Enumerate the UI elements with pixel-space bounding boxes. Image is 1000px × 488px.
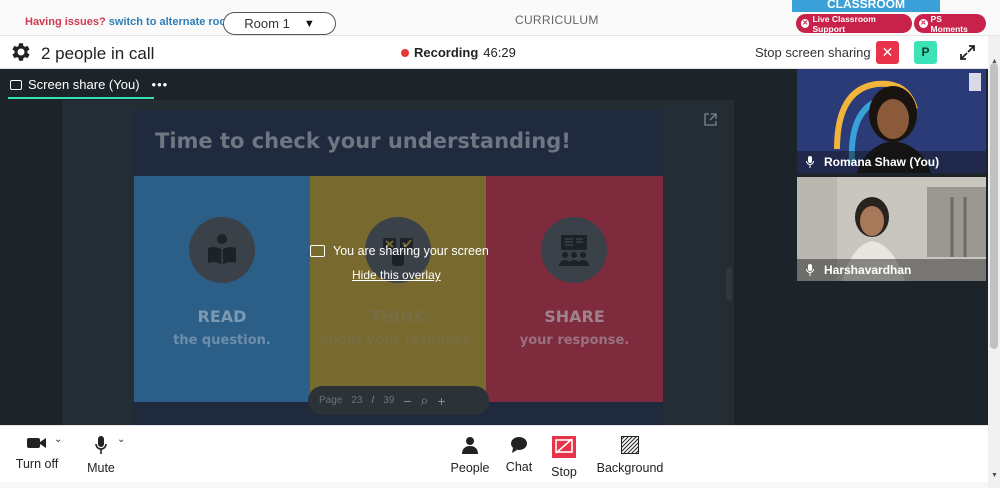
issues-notice: Having issues? switch to alternate room bbox=[25, 16, 236, 28]
screen-share-tab[interactable]: Screen share (You) ••• bbox=[10, 77, 168, 92]
participant-name: Romana Shaw (You) bbox=[824, 155, 940, 169]
call-toolbar: ⌄ Turn off ⌄ Mute People Chat Stop Backg… bbox=[0, 425, 988, 482]
people-label: People bbox=[450, 461, 490, 475]
participant-tile[interactable]: Romana Shaw (You) bbox=[797, 69, 986, 173]
page-separator: / bbox=[371, 395, 375, 406]
stage-scroll-handle[interactable] bbox=[726, 267, 732, 301]
issues-text: Having issues? bbox=[25, 16, 106, 28]
mute-button[interactable]: ⌄ Mute bbox=[85, 434, 125, 475]
microphone-icon bbox=[806, 156, 814, 168]
participant-tile[interactable]: Harshavardhan bbox=[797, 177, 986, 281]
background-label: Background bbox=[596, 461, 664, 475]
column-subtext: your response. bbox=[519, 333, 630, 348]
chat-label: Chat bbox=[505, 460, 533, 474]
screen-share-icon bbox=[10, 79, 22, 90]
scroll-down-arrow-icon[interactable]: ▼ bbox=[991, 472, 998, 479]
chevron-down-icon[interactable]: ⌄ bbox=[54, 434, 62, 445]
chat-bubble-icon bbox=[511, 437, 527, 453]
stop-label: Stop bbox=[551, 465, 577, 479]
background-button[interactable]: Background bbox=[595, 435, 665, 475]
chat-button[interactable]: Chat bbox=[504, 436, 534, 474]
sharing-overlay: You are sharing your screen Hide this ov… bbox=[310, 244, 500, 282]
chevron-down-icon[interactable]: ⌄ bbox=[117, 434, 125, 445]
share-screen-icon bbox=[310, 245, 325, 257]
zoom-out-icon[interactable]: − bbox=[403, 393, 411, 409]
mic-label: Mute bbox=[87, 461, 115, 475]
zoom-in-search-icon[interactable]: ⌕ bbox=[421, 392, 429, 409]
slide-column-think: THINK about your response. bbox=[310, 176, 486, 402]
column-heading: THINK bbox=[369, 307, 427, 326]
more-options-icon[interactable]: ••• bbox=[152, 77, 169, 92]
brand-banner: CLASSROOM bbox=[792, 0, 940, 12]
recording-time: 46:29 bbox=[483, 45, 516, 60]
page-navigator: Page 23 / 39 − ⌕ + bbox=[308, 386, 489, 415]
video-camera-icon bbox=[27, 438, 46, 448]
slide-title: Time to check your understanding! bbox=[134, 110, 663, 176]
live-support-label: Live Classroom Support bbox=[812, 13, 876, 34]
slide-column-share: SHARE your response. bbox=[486, 176, 663, 402]
column-heading: READ bbox=[197, 307, 247, 326]
gear-icon[interactable] bbox=[9, 40, 33, 64]
stop-share-toolbar-button[interactable]: Stop bbox=[550, 436, 578, 479]
screen-share-tab-label: Screen share (You) bbox=[28, 77, 140, 92]
microphone-icon bbox=[806, 264, 814, 276]
column-heading: SHARE bbox=[544, 307, 605, 326]
participant-name-bar: Romana Shaw (You) bbox=[797, 151, 986, 173]
page-footer-strip bbox=[0, 482, 988, 488]
ps-moments-button[interactable]: ✕ PS Moments bbox=[914, 13, 986, 34]
sharing-message: You are sharing your screen bbox=[310, 244, 500, 258]
page-current[interactable]: 23 bbox=[351, 395, 362, 406]
room-select[interactable]: Room 1 ▼ bbox=[223, 12, 336, 35]
page-label: Page bbox=[319, 395, 343, 406]
stop-sharing-button[interactable]: ✕ bbox=[876, 41, 899, 64]
column-subtext: the question. bbox=[173, 333, 271, 348]
slide-column-read: READ the question. bbox=[134, 176, 310, 402]
site-topbar: Having issues? switch to alternate room … bbox=[0, 0, 1000, 36]
close-circle-icon: ✕ bbox=[919, 19, 928, 28]
reading-book-icon bbox=[189, 217, 255, 283]
camera-label: Turn off bbox=[15, 457, 59, 471]
recording-indicator: Recording 46:29 bbox=[401, 45, 516, 60]
recording-label: Recording bbox=[414, 45, 479, 60]
room-select-value: Room 1 bbox=[244, 16, 290, 31]
hide-overlay-link[interactable]: Hide this overlay bbox=[352, 268, 500, 282]
caret-down-icon: ▼ bbox=[303, 17, 315, 30]
close-circle-icon: ✕ bbox=[801, 19, 810, 28]
column-subtext: about your response. bbox=[319, 333, 477, 348]
sharing-message-text: You are sharing your screen bbox=[333, 244, 489, 258]
recording-dot-icon bbox=[401, 48, 409, 57]
page-total: 39 bbox=[383, 395, 395, 406]
close-icon: ✕ bbox=[881, 44, 894, 60]
participant-name-bar: Harshavardhan bbox=[797, 259, 986, 281]
active-tab-indicator bbox=[8, 97, 154, 99]
presentation-group-icon bbox=[541, 217, 607, 283]
microphone-icon bbox=[95, 436, 107, 454]
alternate-room-link[interactable]: switch to alternate room bbox=[109, 16, 236, 28]
call-header: 2 people in call Recording 46:29 Stop sc… bbox=[0, 36, 988, 69]
curriculum-tab[interactable]: CURRICULUM bbox=[515, 13, 599, 27]
people-button[interactable]: People bbox=[450, 436, 490, 475]
stop-screen-share-icon bbox=[552, 436, 576, 458]
plus-icon[interactable]: + bbox=[437, 393, 445, 409]
page-scrollbar[interactable]: ▲ ▼ bbox=[988, 36, 1000, 488]
background-pattern-icon bbox=[620, 435, 640, 455]
stop-screen-sharing-label: Stop screen sharing bbox=[755, 45, 871, 60]
live-support-button[interactable]: ✕ Live Classroom Support bbox=[796, 13, 912, 34]
presenter-button[interactable]: P bbox=[914, 41, 937, 64]
person-icon bbox=[462, 437, 478, 454]
scrollbar-thumb[interactable] bbox=[990, 63, 998, 349]
popout-icon[interactable] bbox=[704, 113, 717, 126]
people-count: 2 people in call bbox=[41, 44, 155, 63]
participant-name: Harshavardhan bbox=[824, 263, 912, 277]
fullscreen-icon[interactable] bbox=[956, 41, 979, 64]
camera-toggle-button[interactable]: ⌄ Turn off bbox=[14, 434, 63, 471]
ps-moments-label: PS Moments bbox=[930, 13, 968, 34]
